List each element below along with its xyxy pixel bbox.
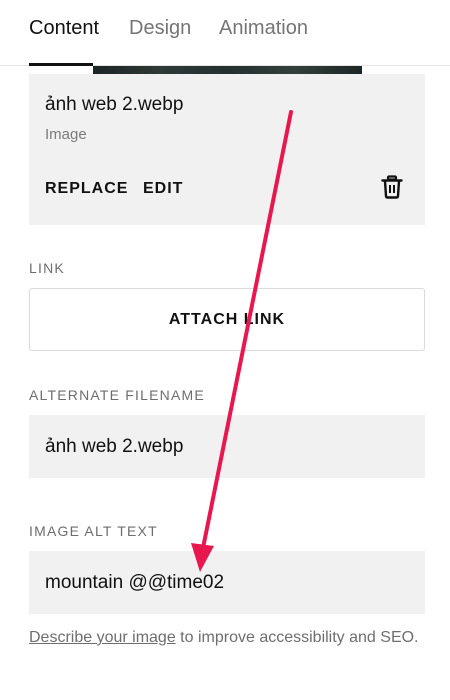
- image-thumbnail-preview: [93, 66, 362, 74]
- alternate-filename-input[interactable]: ảnh web 2.webp: [29, 415, 425, 478]
- tab-bar: Content Design Animation: [0, 0, 450, 66]
- attach-link-button[interactable]: ATTACH LINK: [29, 288, 425, 351]
- alt-text-helper: Describe your image to improve accessibi…: [29, 626, 419, 650]
- describe-image-link[interactable]: Describe your image: [29, 629, 176, 646]
- trash-icon[interactable]: [381, 175, 403, 199]
- replace-button[interactable]: REPLACE: [45, 180, 128, 198]
- tab-content[interactable]: Content: [29, 14, 99, 42]
- image-alt-text-label: IMAGE ALT TEXT: [29, 523, 158, 539]
- image-card: ảnh web 2.webp Image REPLACE EDIT: [29, 74, 425, 225]
- image-alt-text-input[interactable]: mountain @@time02: [29, 551, 425, 614]
- link-section-label: LINK: [29, 260, 65, 276]
- tab-design[interactable]: Design: [129, 14, 191, 42]
- alternate-filename-label: ALTERNATE FILENAME: [29, 387, 205, 403]
- edit-button[interactable]: EDIT: [143, 180, 183, 198]
- helper-text: to improve accessibility and SEO.: [175, 629, 419, 646]
- image-type-label: Image: [45, 126, 87, 143]
- tab-animation[interactable]: Animation: [219, 14, 308, 42]
- active-tab-indicator: [29, 63, 93, 66]
- image-filename: ảnh web 2.webp: [45, 94, 184, 115]
